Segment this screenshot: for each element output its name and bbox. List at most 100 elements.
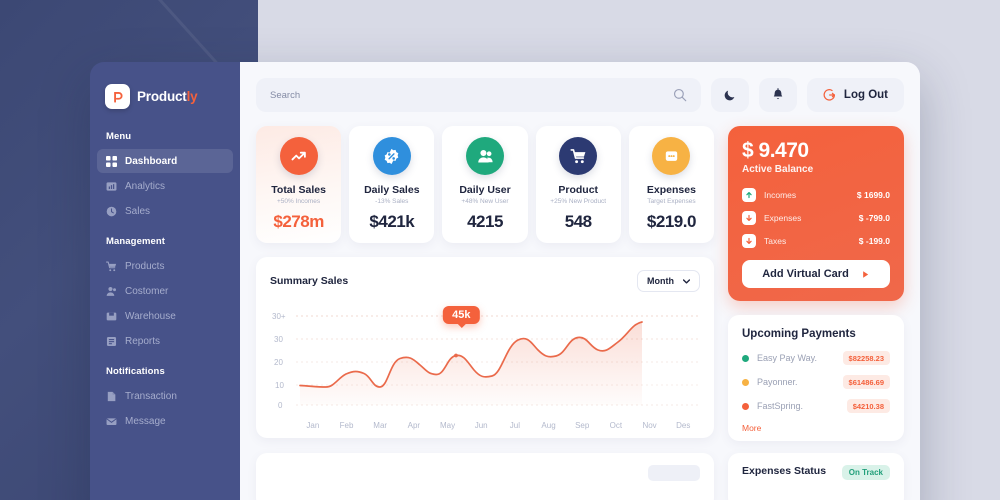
xtick-label: May bbox=[439, 421, 456, 430]
stat-card-total-sales[interactable]: Total Sales +50% Incomes $278m bbox=[256, 126, 342, 243]
user-icon bbox=[106, 286, 116, 296]
stat-subtitle: +48% New User bbox=[461, 198, 509, 205]
sidebar-item-label: Message bbox=[125, 415, 166, 427]
sidebar-item-label: Sales bbox=[125, 205, 151, 217]
bar-chart-icon bbox=[106, 181, 117, 191]
balance-row-label: Expenses bbox=[764, 213, 802, 223]
balance-row-label: Incomes bbox=[764, 190, 797, 200]
summary-sales-chart: 30+ 30 20 10 0 45k bbox=[270, 300, 700, 418]
stat-title: Daily User bbox=[459, 184, 511, 196]
main-content: Log Out bbox=[240, 62, 920, 500]
document-icon bbox=[107, 391, 116, 401]
bottom-left-select[interactable] bbox=[648, 465, 700, 481]
brand-name: Productly bbox=[137, 89, 198, 104]
sidebar-item-sales[interactable]: Sales bbox=[97, 199, 233, 223]
ytick-label: 10 bbox=[275, 381, 284, 390]
stat-card-product[interactable]: Product +25% New Product 548 bbox=[535, 126, 621, 243]
xtick-label: Feb bbox=[339, 421, 354, 430]
upcoming-payments-card: Upcoming Payments Easy Pay Way. $82258.2… bbox=[728, 315, 904, 441]
add-virtual-card-button[interactable]: Add Virtual Card bbox=[742, 260, 890, 288]
search-input[interactable] bbox=[270, 89, 665, 101]
arrow-up-icon bbox=[742, 188, 756, 202]
range-select-label: Month bbox=[647, 276, 674, 286]
brand-logo[interactable]: Productly bbox=[90, 84, 240, 109]
brand-p-icon bbox=[113, 91, 122, 103]
more-link[interactable]: More bbox=[742, 423, 890, 433]
search-icon[interactable] bbox=[673, 88, 687, 102]
search-container[interactable] bbox=[256, 78, 701, 112]
users-icon bbox=[466, 137, 504, 175]
balance-row-incomes: Incomes $ 1699.0 bbox=[742, 188, 890, 202]
chart-area-fill bbox=[300, 322, 642, 405]
moon-icon bbox=[724, 90, 735, 101]
payment-row[interactable]: Payonner. $61486.69 bbox=[742, 375, 890, 389]
active-balance-card: $ 9.470 Active Balance Incomes $ 1699.0 bbox=[728, 126, 904, 301]
xtick-label: Sep bbox=[575, 421, 590, 430]
status-dot-icon bbox=[742, 402, 749, 410]
balance-row-label: Taxes bbox=[764, 236, 787, 246]
summary-sales-header: Summary Sales Month bbox=[270, 270, 700, 292]
payment-row[interactable]: Easy Pay Way. $82258.23 bbox=[742, 351, 890, 365]
expenses-status-title: Expenses Status bbox=[742, 465, 827, 477]
sidebar-item-products[interactable]: Products bbox=[97, 254, 233, 278]
xtick-label: Mar bbox=[373, 421, 388, 430]
dashboard-window: Productly Menu Dashboard Analytics Sales… bbox=[90, 62, 920, 500]
cart-icon bbox=[559, 137, 598, 175]
sidebar-item-label: Costomer bbox=[125, 285, 169, 297]
bottom-cards: Expenses Status On Track bbox=[256, 453, 904, 500]
sidebar-item-label: Dashboard bbox=[125, 155, 178, 167]
left-column: Total Sales +50% Incomes $278m Daily Sal… bbox=[256, 126, 715, 441]
grid-icon bbox=[106, 155, 117, 167]
sidebar-item-label: Products bbox=[125, 260, 165, 272]
sidebar-section-management: Management bbox=[106, 236, 166, 247]
trending-up-icon bbox=[279, 137, 318, 175]
chevron-down-icon bbox=[683, 278, 690, 284]
stat-card-daily-user[interactable]: Daily User +48% New User 4215 bbox=[442, 126, 528, 243]
stat-card-expenses[interactable]: Expenses Target Expenses $219.0 bbox=[628, 126, 715, 243]
ytick-label: 30+ bbox=[272, 312, 286, 321]
logout-button[interactable]: Log Out bbox=[806, 78, 904, 112]
chart-y-axis: 30+ 30 20 10 0 bbox=[272, 312, 286, 410]
right-column: $ 9.470 Active Balance Incomes $ 1699.0 bbox=[728, 126, 904, 441]
stat-cards: Total Sales +50% Incomes $278m Daily Sal… bbox=[256, 126, 715, 243]
box-icon bbox=[106, 312, 117, 320]
ytick-label: 0 bbox=[278, 401, 283, 410]
sidebar-item-transaction[interactable]: Transaction bbox=[97, 384, 233, 408]
area-chart: 30+ 30 20 10 0 bbox=[272, 312, 700, 410]
bottom-left-card bbox=[256, 453, 714, 500]
chart-x-axis: Jan Feb Mar Apr May Jun Jul Aug Sep Oct … bbox=[270, 418, 700, 430]
screen: Productly Menu Dashboard Analytics Sales… bbox=[0, 0, 1000, 500]
status-badge: On Track bbox=[841, 465, 890, 480]
sidebar-item-warehouse[interactable]: Warehouse bbox=[97, 304, 233, 328]
sidebar-item-costomer[interactable]: Costomer bbox=[97, 279, 233, 303]
envelope-icon bbox=[106, 417, 117, 425]
stat-title: Product bbox=[558, 184, 599, 196]
xtick-label: Jan bbox=[306, 421, 320, 430]
xtick-label: Nov bbox=[642, 421, 657, 430]
play-icon bbox=[862, 270, 868, 278]
stat-value: $219.0 bbox=[646, 212, 697, 231]
range-select[interactable]: Month bbox=[637, 270, 700, 292]
stat-value: 548 bbox=[564, 212, 592, 231]
sidebar-item-message[interactable]: Message bbox=[97, 409, 233, 433]
notifications-button[interactable] bbox=[758, 78, 797, 112]
logout-icon bbox=[823, 89, 835, 101]
xtick-label: Aug bbox=[541, 421, 556, 430]
dark-mode-button[interactable] bbox=[710, 78, 749, 112]
expenses-status-card: Expenses Status On Track bbox=[728, 453, 904, 500]
balance-row-expenses: Expenses $ -799.0 bbox=[742, 211, 890, 225]
clock-icon bbox=[106, 206, 117, 216]
payment-row[interactable]: FastSpring. $4210.38 bbox=[742, 399, 890, 413]
sidebar-item-dashboard[interactable]: Dashboard bbox=[97, 149, 233, 173]
chart-tooltip: 45k bbox=[443, 306, 480, 324]
stat-value: $421k bbox=[369, 212, 415, 231]
sidebar-item-reports[interactable]: Reports bbox=[97, 329, 233, 353]
balance-row-amount: $ -199.0 bbox=[858, 236, 890, 246]
stat-card-daily-sales[interactable]: Daily Sales -13% Sales $421k bbox=[349, 126, 435, 243]
sidebar-item-analytics[interactable]: Analytics bbox=[97, 174, 233, 198]
cart-icon bbox=[106, 261, 117, 271]
chart-highlight-point bbox=[454, 353, 458, 358]
logout-label: Log Out bbox=[843, 89, 888, 101]
arrow-down-icon bbox=[742, 234, 756, 248]
balance-label: Active Balance bbox=[742, 164, 814, 175]
